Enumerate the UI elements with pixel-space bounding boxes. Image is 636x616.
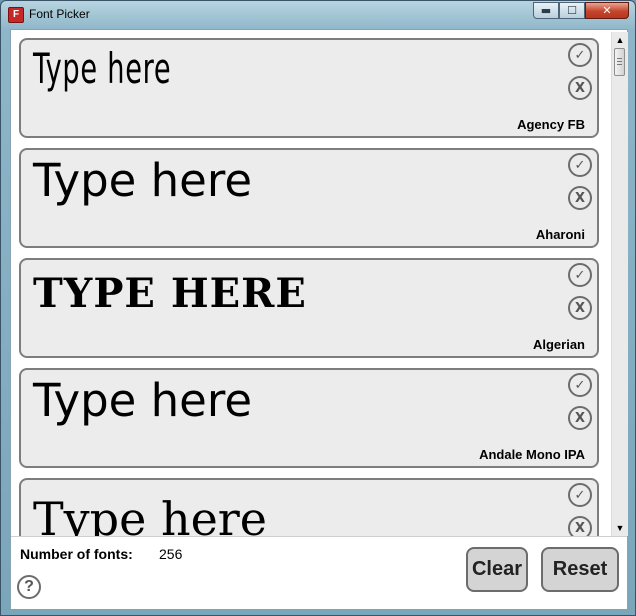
sample-text[interactable]: Type here [33, 492, 267, 536]
font-card-andale-mono-ipa[interactable]: Type here ✓ X Andale Mono IPA [19, 368, 599, 468]
window-controls: ▬ ☐ ✕ [533, 2, 629, 19]
reset-button[interactable]: Reset [541, 547, 619, 592]
sample-text[interactable]: Type here [33, 154, 252, 207]
font-name: Andale Mono IPA [479, 447, 585, 462]
font-list: Type here ✓ X Agency FB Type here ✓ X Ah… [11, 30, 611, 536]
title-bar[interactable]: F Font Picker ▬ ☐ ✕ [1, 1, 635, 27]
close-button[interactable]: ✕ [585, 2, 629, 19]
select-check-icon[interactable]: ✓ [568, 373, 592, 397]
remove-x-icon[interactable]: X [568, 296, 592, 320]
remove-x-icon[interactable]: X [568, 186, 592, 210]
select-check-icon[interactable]: ✓ [568, 483, 592, 507]
client-area: Type here ✓ X Agency FB Type here ✓ X Ah… [10, 29, 628, 609]
sample-text[interactable]: TYPE HERE [33, 270, 307, 317]
help-icon[interactable]: ? [17, 575, 41, 599]
select-check-icon[interactable]: ✓ [568, 153, 592, 177]
font-count-value: 256 [159, 546, 183, 562]
font-name: Aharoni [535, 227, 585, 242]
remove-x-icon[interactable]: X [568, 516, 592, 536]
select-check-icon[interactable]: ✓ [568, 43, 592, 67]
scroll-thumb[interactable] [614, 48, 625, 76]
grip-line [617, 61, 622, 62]
remove-x-icon[interactable]: X [568, 76, 592, 100]
grip-line [617, 64, 622, 65]
vertical-scrollbar[interactable]: ▲ ▼ [611, 32, 628, 536]
scroll-up-arrow-icon[interactable]: ▲ [612, 32, 628, 48]
clear-button[interactable]: Clear [466, 547, 528, 592]
scroll-down-arrow-icon[interactable]: ▼ [612, 520, 628, 536]
select-check-icon[interactable]: ✓ [568, 263, 592, 287]
font-card-agency-fb[interactable]: Type here ✓ X Agency FB [19, 38, 599, 138]
sample-text[interactable]: Type here [33, 374, 252, 427]
font-name: Algerian [532, 337, 585, 352]
window-title: Font Picker [29, 7, 90, 21]
footer-panel: Number of fonts: 256 ? Clear Reset [11, 536, 627, 609]
font-card-partial[interactable]: Type here ✓ X [19, 478, 599, 536]
sample-text[interactable]: Type here [33, 44, 171, 93]
remove-x-icon[interactable]: X [568, 406, 592, 430]
font-count-label: Number of fonts: [20, 546, 133, 562]
font-picker-window: F Font Picker ▬ ☐ ✕ Type here ✓ X Agency… [0, 0, 636, 616]
minimize-button[interactable]: ▬ [533, 2, 559, 19]
font-card-algerian[interactable]: TYPE HERE ✓ X Algerian [19, 258, 599, 358]
app-icon: F [8, 7, 24, 23]
maximize-button[interactable]: ☐ [559, 2, 585, 19]
grip-line [617, 58, 622, 59]
font-card-aharoni[interactable]: Type here ✓ X Aharoni [19, 148, 599, 248]
font-name: Agency FB [517, 117, 585, 132]
